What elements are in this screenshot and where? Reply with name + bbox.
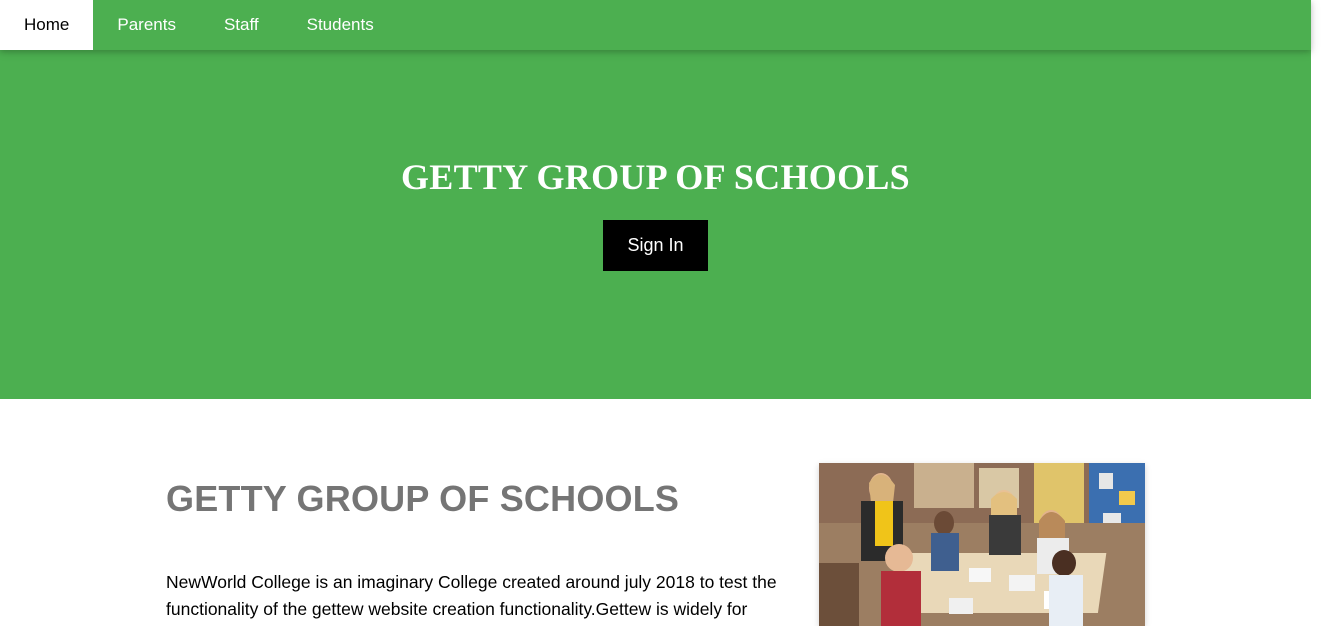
nav-parents[interactable]: Parents (93, 0, 200, 50)
sign-in-button[interactable]: Sign In (603, 220, 708, 271)
classroom-photo (819, 463, 1145, 626)
hero-title: GETTY GROUP OF SCHOOLS (400, 157, 911, 197)
page: GETTY GROUP OF SCHOOLS Sign In Home Pare… (0, 0, 1326, 626)
about-text: NewWorld College is an imaginary College… (166, 572, 777, 619)
nav-home[interactable]: Home (0, 0, 94, 50)
top-navbar: Home Parents Staff Students (0, 0, 1311, 50)
about-title: GETTY GROUP OF SCHOOLS (166, 478, 680, 519)
hero-banner: GETTY GROUP OF SCHOOLS Sign In (0, 0, 1311, 399)
classroom-photo-illustration (819, 463, 1145, 626)
nav-staff[interactable]: Staff (200, 0, 283, 50)
nav-students[interactable]: Students (283, 0, 398, 50)
